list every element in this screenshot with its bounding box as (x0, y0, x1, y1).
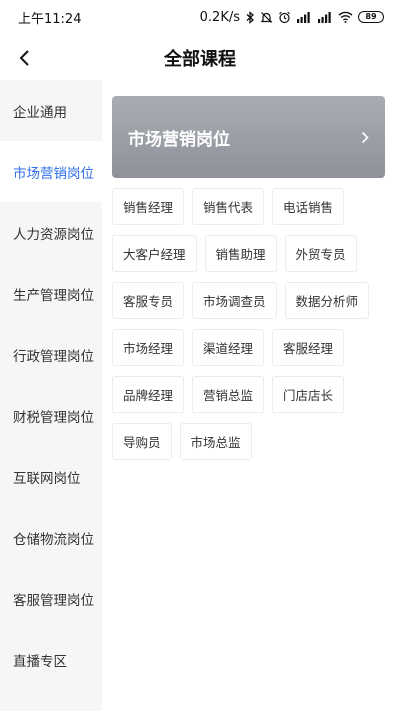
course-tag[interactable]: 门店店长 (272, 376, 345, 413)
wifi-icon (338, 11, 353, 23)
sidebar-item[interactable]: 人力资源岗位 (0, 202, 102, 263)
category-sidebar: 企业通用 市场营销岗位 人力资源岗位 生产管理岗位 行政管理岗位 财税管理岗位 互联网岗位仓… (0, 80, 102, 711)
course-tag[interactable]: 大客户经理 (112, 235, 197, 272)
sidebar-item[interactable]: 客服管理岗位 (0, 568, 102, 629)
signal-hd-icon-2 (318, 12, 331, 23)
course-tag[interactable]: 渠道经理 (192, 329, 265, 366)
mute-bell-icon (260, 11, 273, 23)
status-icons: 0.2K/s 89 (200, 10, 384, 25)
course-tag[interactable]: 市场总监 (179, 423, 252, 460)
chevron-right-icon (361, 131, 369, 143)
course-tag[interactable]: 销售代表 (192, 188, 265, 225)
course-tag[interactable]: 电话销售 (272, 188, 345, 225)
sidebar-item[interactable]: 市场营销岗位 (0, 141, 102, 202)
course-tag[interactable]: 品牌经理 (112, 376, 185, 413)
course-tag[interactable]: 营销总监 (192, 376, 265, 413)
course-content: 市场营销岗位 销售经理 销售代表 电话销售大客户经理 销售助理 外贸专员客服专员 市场调查… (112, 96, 385, 470)
header: 全部课程 (0, 34, 400, 82)
sidebar-item[interactable]: 企业通用 (0, 80, 102, 141)
battery-icon: 89 (358, 11, 384, 23)
course-tag[interactable]: 销售经理 (112, 188, 185, 225)
back-button[interactable] (8, 42, 40, 74)
sidebar-item[interactable]: 仓储物流岗位 (0, 507, 102, 568)
page-title: 全部课程 (164, 49, 236, 70)
chevron-left-icon (19, 50, 29, 66)
alarm-icon (279, 11, 290, 23)
course-tag[interactable]: 市场经理 (112, 329, 185, 366)
status-time: 上午11:24 (18, 11, 82, 27)
category-banner[interactable]: 市场营销岗位 (112, 96, 385, 178)
course-tag[interactable]: 销售助理 (204, 235, 277, 272)
course-tag[interactable]: 数据分析师 (284, 282, 370, 319)
sidebar-item[interactable]: 行政管理岗位 (0, 324, 102, 385)
status-bar: 上午11:24 0.2K/s 89 (0, 0, 400, 34)
signal-hd-icon (297, 12, 310, 23)
sidebar-item[interactable]: 财税管理岗位 (0, 385, 102, 446)
banner-title: 市场营销岗位 (128, 129, 230, 150)
sidebar-item[interactable]: 互联网岗位 (0, 446, 102, 507)
sidebar-item[interactable]: 直播专区 (0, 629, 102, 690)
bluetooth-icon (246, 10, 254, 24)
course-tag[interactable]: 导购员 (112, 423, 172, 460)
course-tag[interactable]: 市场调查员 (192, 282, 277, 319)
course-tag[interactable]: 客服专员 (112, 282, 185, 319)
course-tag[interactable]: 外贸专员 (284, 235, 357, 272)
course-tags: 销售经理 销售代表 电话销售大客户经理 销售助理 外贸专员客服专员 市场调查员 数据分析师市… (112, 188, 385, 470)
network-speed: 0.2K/s (199, 9, 240, 25)
course-tag[interactable]: 客服经理 (272, 329, 345, 366)
sidebar-item[interactable]: 生产管理岗位 (0, 263, 102, 324)
